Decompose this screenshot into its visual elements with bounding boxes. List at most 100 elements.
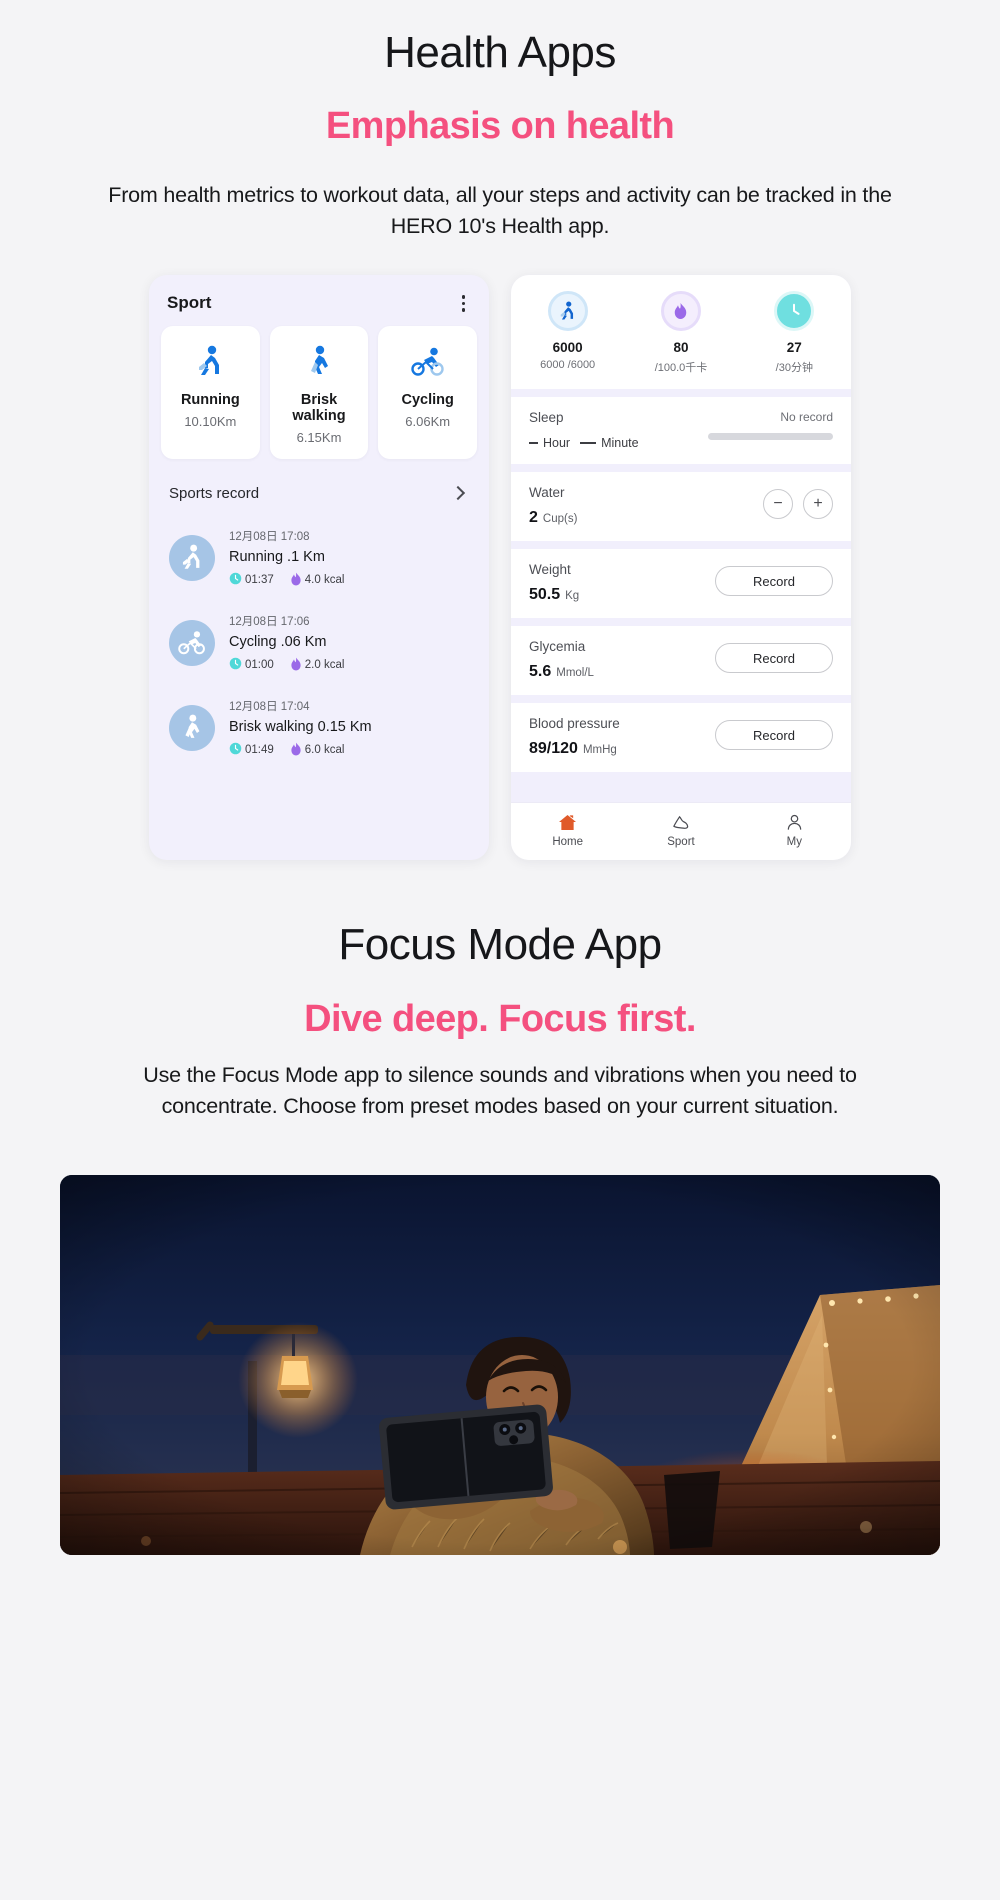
health-section-body: From health metrics to workout data, all… [108, 183, 892, 238]
tab-label: My [786, 836, 802, 848]
health-section-subtitle: Emphasis on health [325, 105, 675, 147]
clock-icon [229, 657, 242, 673]
divider [511, 389, 851, 397]
walking-icon [169, 705, 215, 752]
camping-night-scene [60, 1175, 940, 1555]
health-row-glycemia[interactable]: Glycemia 5.6 Mmol/L Record [511, 626, 851, 695]
person-icon [738, 811, 851, 833]
health-section-title: Health Apps [384, 28, 616, 77]
sport-card-distance: 10.10Km [184, 413, 237, 429]
health-row-weight[interactable]: Weight 50.5 Kg Record [511, 549, 851, 618]
phone-mockups: Sport Running 10.10Km Brisk walking 6.15… [0, 275, 1000, 860]
metric-subvalue: /30分钟 [775, 362, 813, 374]
record-button[interactable]: Record [715, 566, 833, 596]
clock-icon [774, 291, 815, 331]
cycling-icon [382, 342, 473, 382]
kebab-menu-icon[interactable] [456, 291, 472, 316]
focus-section-subtitle: Dive deep. Focus first. [304, 998, 696, 1040]
plus-icon[interactable]: + [803, 489, 833, 519]
row-unit: Kg [565, 590, 580, 602]
record-calories: 4.0 kcal [304, 574, 345, 587]
sleep-hour-label: Hour [543, 436, 571, 450]
tab-my[interactable]: My [738, 811, 851, 848]
sport-summary-cards: Running 10.10Km Brisk walking 6.15Km Cyc… [149, 325, 489, 459]
sport-card-name: Cycling [401, 391, 454, 408]
tab-label: Home [552, 836, 583, 848]
row-label: Glycemia [529, 639, 586, 654]
list-item[interactable]: 12月08日 17:06 Cycling .06 Km 01:00 2.0 kc… [165, 601, 473, 686]
focus-section-title: Focus Mode App [338, 920, 662, 969]
row-value: 50.5 [529, 586, 561, 603]
record-duration: 01:49 [245, 744, 274, 757]
health-app-screen: 6000 6000 /6000 80 /100.0千卡 27 /30分钟 Sle… [511, 275, 851, 860]
health-row-water[interactable]: Water 2 Cup(s) − + [511, 472, 851, 541]
record-date: 12月08日 17:06 [229, 615, 310, 628]
marketing-page: Health Apps Emphasis on health From heal… [0, 0, 1000, 1900]
health-row-blood-pressure[interactable]: Blood pressure 89/120 MmHg Record [511, 703, 851, 772]
flame-icon [290, 572, 302, 589]
metric-calories[interactable]: 80 /100.0千卡 [624, 291, 737, 375]
record-button[interactable]: Record [715, 720, 833, 750]
sport-header: Sport [149, 275, 489, 326]
tab-home[interactable]: Home [511, 811, 624, 848]
metric-steps[interactable]: 6000 6000 /6000 [511, 291, 624, 375]
record-calories: 2.0 kcal [304, 659, 345, 672]
running-icon [547, 291, 588, 331]
record-date: 12月08日 17:08 [229, 530, 310, 543]
record-name: Cycling .06 Km [229, 633, 327, 650]
sport-card-cycling[interactable]: Cycling 6.06Km [378, 325, 478, 459]
minus-icon[interactable]: − [763, 489, 793, 519]
metric-value: 27 [786, 340, 802, 355]
flame-icon [290, 742, 302, 759]
sport-card-brisk-walking[interactable]: Brisk walking 6.15Km [269, 325, 369, 459]
divider [511, 541, 851, 549]
sports-record-header[interactable]: Sports record [149, 459, 489, 506]
row-value: 5.6 [529, 663, 552, 680]
row-value: 2 [529, 509, 538, 526]
focus-section-header: Focus Mode App [0, 920, 1000, 970]
health-row-sleep[interactable]: Sleep Hour Minute No record [511, 397, 851, 464]
tab-sport[interactable]: Sport [624, 811, 737, 848]
focus-mode-photo [60, 1175, 940, 1555]
row-label: Water [529, 485, 565, 500]
record-name: Running .1 Km [229, 548, 325, 565]
dash-placeholder-icon [529, 441, 538, 445]
list-item[interactable]: 12月08日 17:08 Running .1 Km 01:37 4.0 kca… [165, 516, 473, 601]
divider [511, 618, 851, 626]
record-button[interactable]: Record [715, 643, 833, 673]
sport-card-name: Running [180, 391, 240, 408]
divider [511, 464, 851, 472]
sport-card-distance: 6.06Km [405, 413, 451, 429]
row-label: Weight [529, 562, 571, 577]
sport-app-screen: Sport Running 10.10Km Brisk walking 6.15… [149, 275, 489, 860]
chevron-right-icon[interactable] [450, 485, 466, 501]
metric-subvalue: 6000 /6000 [540, 359, 596, 371]
focus-section-body: Use the Focus Mode app to silence sounds… [143, 1063, 857, 1118]
record-date: 12月08日 17:04 [229, 700, 310, 713]
metric-subvalue: /100.0千卡 [654, 362, 708, 374]
flame-icon [660, 291, 701, 331]
row-unit: MmHg [582, 744, 617, 756]
divider [511, 695, 851, 703]
metric-active-time[interactable]: 27 /30分钟 [738, 291, 851, 375]
running-icon [169, 535, 215, 582]
running-icon [165, 342, 256, 382]
row-unit: Mmol/L [556, 667, 594, 679]
row-value: 89/120 [529, 740, 578, 757]
flame-icon [290, 657, 302, 674]
metric-value: 80 [673, 340, 689, 355]
record-calories: 6.0 kcal [304, 744, 345, 757]
clock-icon [229, 742, 242, 758]
bottom-navigation: Home Sport My [511, 802, 851, 860]
record-duration: 01:37 [245, 574, 274, 587]
sleep-status: No record [780, 410, 833, 424]
sport-card-name: Brisk walking [292, 391, 346, 424]
record-name: Brisk walking 0.15 Km [229, 718, 372, 735]
row-label: Sleep [529, 410, 564, 425]
sport-card-running[interactable]: Running 10.10Km [161, 325, 260, 459]
walking-icon [274, 342, 365, 382]
list-item[interactable]: 12月08日 17:04 Brisk walking 0.15 Km 01:49 [165, 686, 473, 771]
row-label: Blood pressure [529, 716, 620, 731]
home-icon [511, 811, 624, 833]
dash-placeholder-icon [580, 441, 597, 445]
